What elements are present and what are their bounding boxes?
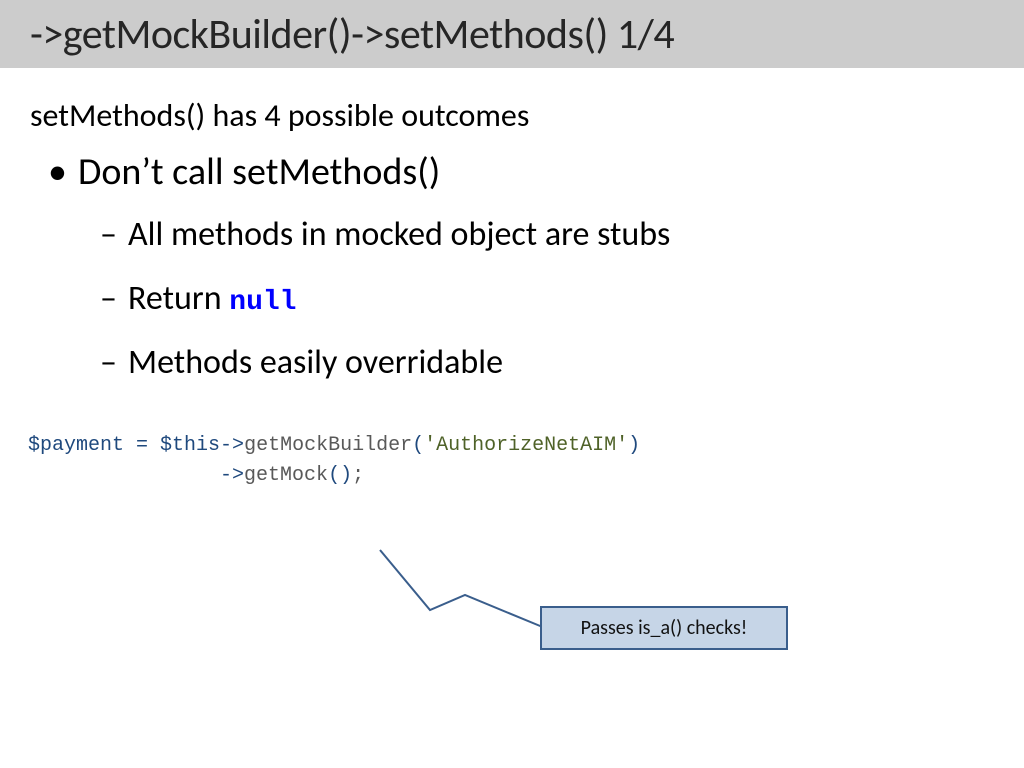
code-token-empty: () — [328, 464, 352, 487]
sub-bullet-3: Methods easily overridable — [128, 341, 994, 385]
sub-bullet-1: All methods in mocked object are stubs — [128, 213, 994, 257]
intro-text: setMethods() has 4 possible outcomes — [30, 96, 994, 135]
bullet-item-1-text: Don’t call setMethods() — [78, 149, 440, 195]
code-token-arrow2: -> — [220, 464, 244, 487]
sub-bullet-list: All methods in mocked object are stubs R… — [78, 213, 994, 386]
code-token-close: ) — [628, 434, 640, 457]
slide-title: ->getMockBuilder()->setMethods() 1/4 — [30, 9, 674, 60]
sub-bullet-2-prefix: Return — [128, 278, 229, 319]
callout-connector-line — [350, 550, 570, 660]
code-indent — [28, 464, 220, 487]
code-token-str: 'AuthorizeNetAIM' — [424, 434, 628, 457]
null-keyword: null — [229, 287, 296, 318]
callout-box: Passes is_a() checks! — [540, 606, 788, 650]
slide-title-bar: ->getMockBuilder()->setMethods() 1/4 — [0, 0, 1024, 68]
callout-text: Passes is_a() checks! — [581, 616, 748, 640]
code-token-semi: ; — [352, 464, 364, 487]
code-token-eq: = — [124, 434, 160, 457]
bullet-list: Don’t call setMethods() All methods in m… — [30, 149, 994, 385]
code-token-fn1: getMockBuilder — [244, 434, 412, 457]
slide-body: setMethods() has 4 possible outcomes Don… — [0, 68, 1024, 491]
code-token-arrow: -> — [220, 434, 244, 457]
code-example: $payment = $this->getMockBuilder('Author… — [28, 431, 994, 491]
sub-bullet-2: Return null — [128, 277, 994, 321]
bullet-item-1: Don’t call setMethods() All methods in m… — [78, 149, 994, 385]
code-token-var: $payment — [28, 434, 124, 457]
code-token-this: $this — [160, 434, 220, 457]
code-token-fn2: getMock — [244, 464, 328, 487]
code-token-open: ( — [412, 434, 424, 457]
